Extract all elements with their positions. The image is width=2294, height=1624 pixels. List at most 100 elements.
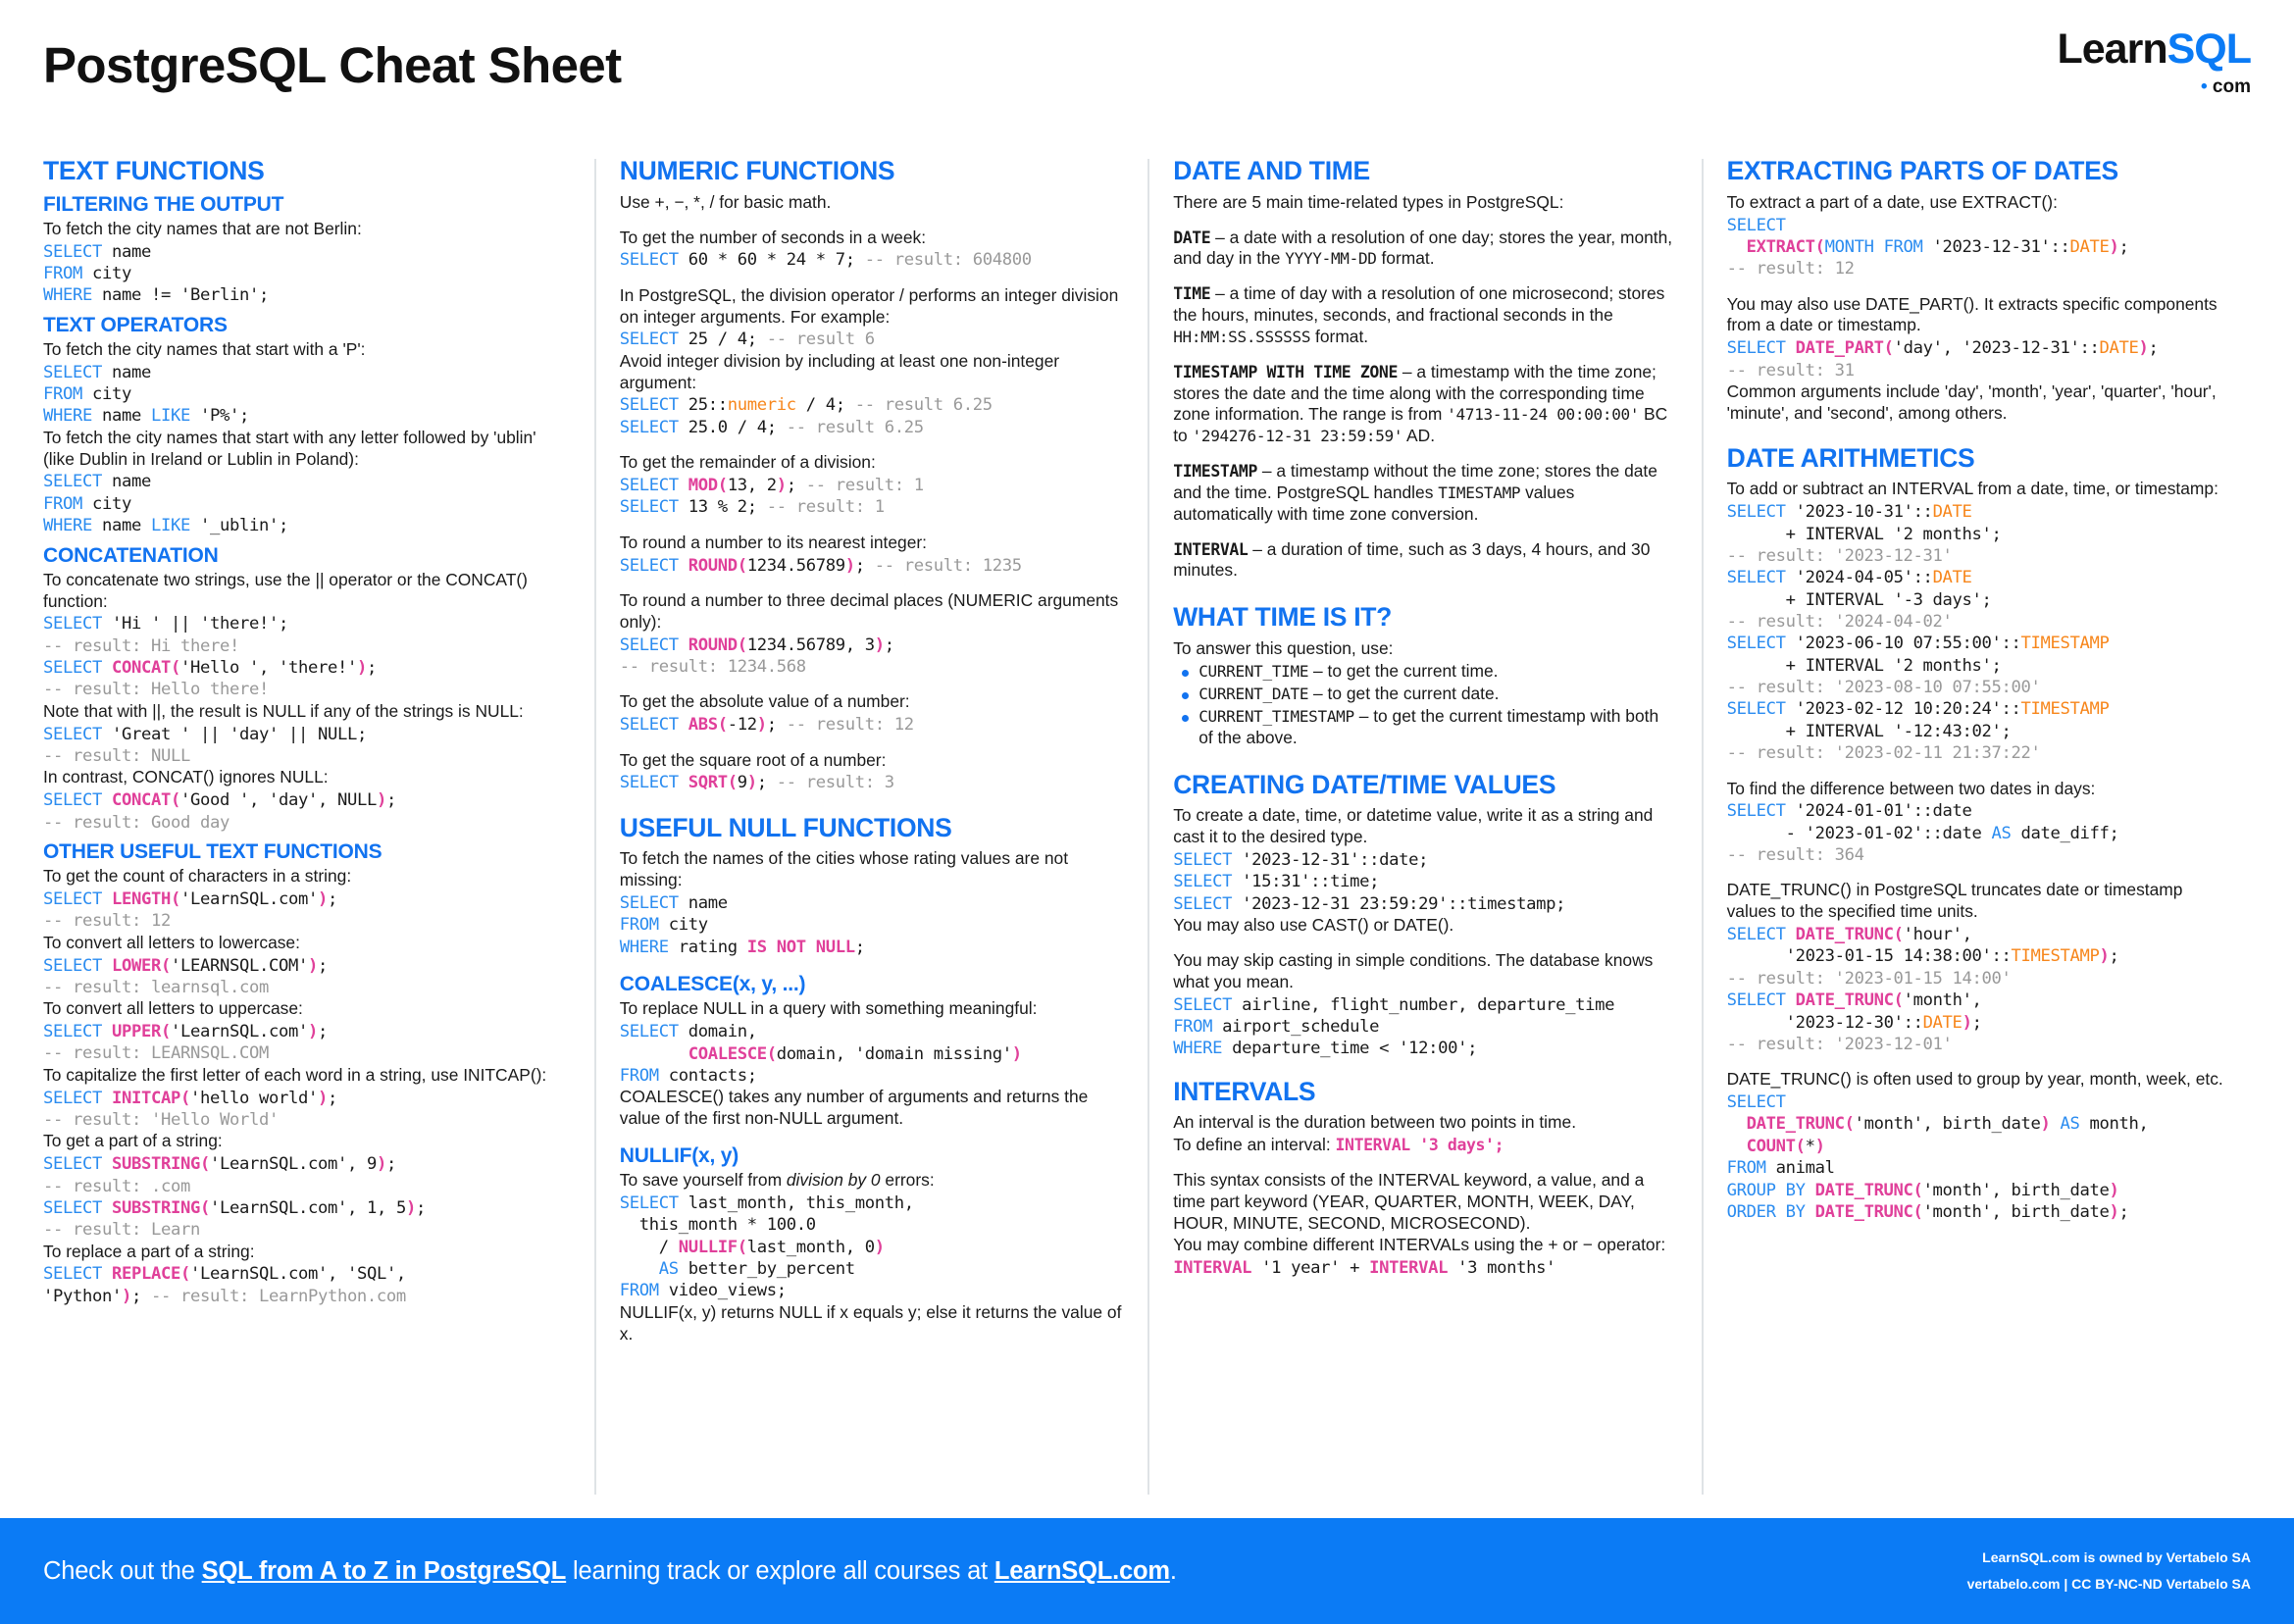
heading-date-arithmetics: DATE ARITHMETICS: [1726, 442, 1975, 473]
current-timestamp-code: CURRENT_TIMESTAMP: [1198, 706, 1354, 726]
text-extract-desc: To extract a part of a date, use EXTRACT…: [1726, 191, 2058, 212]
text-interval-desc: An interval is the duration between two …: [1173, 1112, 1577, 1133]
cheat-sheet-page: PostgreSQL Cheat Sheet LearnSQL • com TE…: [0, 0, 2294, 1624]
text-answer-use: To answer this question, use:: [1173, 638, 1394, 658]
code-int-division: SELECT 25 / 4; -- result 6: [619, 330, 875, 350]
page-title: PostgreSQL Cheat Sheet: [43, 36, 622, 93]
page-footer: Check out the SQL from A to Z in Postgre…: [0, 1518, 2294, 1624]
text-date-trunc-group: DATE_TRUNC() is often used to group by y…: [1726, 1069, 2223, 1090]
heading-concatenation: CONCATENATION: [43, 543, 219, 567]
code-skip-casting: SELECT airline, flight_number, departure…: [1173, 994, 1615, 1059]
text-define-interval: To define an interval: INTERVAL '3 days'…: [1173, 1135, 1675, 1156]
footer-credits: LearnSQL.com is owned by Vertabelo SA ve…: [1967, 1545, 2251, 1597]
code-substring-1: SELECT SUBSTRING('LearnSQL.com', 9); -- …: [43, 1154, 426, 1241]
code-numeric-cast: SELECT 25::numeric / 4; -- result 6.25 S…: [619, 395, 993, 437]
code-create-values: SELECT '2023-12-31'::date; SELECT '15:31…: [1173, 849, 1566, 914]
code-date-diff: SELECT '2024-01-01'::date - '2023-01-02'…: [1726, 801, 2119, 866]
list-current-functions: CURRENT_TIME – to get the current time. …: [1173, 661, 1675, 749]
text-replace-desc: To replace a part of a string:: [43, 1241, 255, 1261]
type-timestamp-label: TIMESTAMP: [1173, 462, 1257, 482]
code-coalesce: SELECT domain, COALESCE(domain, 'domain …: [619, 1022, 1022, 1086]
column-date-and-time: DATE AND TIME There are 5 main time-rela…: [1147, 157, 1701, 1500]
code-nullif: SELECT last_month, this_month, this_mont…: [619, 1193, 914, 1301]
date-format: YYYY-MM-DD: [1285, 249, 1377, 269]
current-time-code: CURRENT_TIME: [1198, 661, 1309, 681]
nullif-pre: To save yourself from: [619, 1170, 787, 1191]
text-abs-desc: To get the absolute value of a number:: [619, 691, 910, 712]
text-lower-desc: To convert all letters to lowercase:: [43, 932, 300, 952]
type-interval-label: INTERVAL: [1173, 539, 1249, 559]
code-initcap: SELECT INITCAP('hello world'); -- result…: [43, 1088, 337, 1130]
code-is-not-null: SELECT name FROM city WHERE rating IS NO…: [619, 893, 865, 957]
heading-other-text-functions: OTHER USEFUL TEXT FUNCTIONS: [43, 839, 382, 863]
code-concat-pipe: SELECT 'Hi ' || 'there!'; -- result: Hi …: [43, 614, 377, 700]
footer-site-link[interactable]: LearnSQL.com: [994, 1557, 1170, 1585]
text-types-intro: There are 5 main time-related types in P…: [1173, 191, 1564, 212]
code-date-trunc-group: SELECT DATE_TRUNC('month', birth_date) A…: [1726, 1092, 2149, 1222]
code-round: SELECT ROUND(1234.56789); -- result: 123…: [619, 555, 1022, 576]
text-coalesce-explain: COALESCE() takes any number of arguments…: [619, 1087, 1089, 1129]
text-creating-desc: To create a date, time, or datetime valu…: [1173, 805, 1654, 847]
time-desc-end: format.: [1310, 326, 1369, 346]
column-text-functions: TEXT FUNCTIONS FILTERING THE OUTPUT To f…: [43, 157, 594, 1500]
type-time-label: TIME: [1173, 284, 1211, 304]
text-basic-math: Use +, −, *, / for basic math.: [619, 191, 832, 212]
code-date-trunc-1: SELECT DATE_TRUNC('hour', '2023-01-15 14…: [1726, 925, 2119, 1054]
text-contrast-concat: In contrast, CONCAT() ignores NULL:: [43, 767, 329, 787]
footer-cta: Check out the SQL from A to Z in Postgre…: [43, 1557, 1177, 1586]
text-type-time: TIME – a time of day with a resolution o…: [1173, 283, 1675, 348]
text-length-desc: To get the count of characters in a stri…: [43, 866, 352, 887]
text-type-timestamptz: TIMESTAMP WITH TIME ZONE – a timestamp w…: [1173, 362, 1675, 447]
heading-text-operators: TEXT OPERATORS: [43, 313, 228, 336]
text-addsub-desc: To add or subtract an INTERVAL from a da…: [1726, 479, 2218, 499]
nullif-post: errors:: [880, 1170, 935, 1191]
heading-text-functions: TEXT FUNCTIONS: [43, 157, 265, 185]
text-interval-combine: You may combine different INTERVALs usin…: [1173, 1235, 1666, 1255]
text-round3-desc: To round a number to three decimal place…: [619, 589, 1119, 632]
tstz-range-from: '4713-11-24 00:00:00': [1447, 405, 1640, 425]
date-desc-end: format.: [1376, 248, 1435, 269]
text-type-interval: INTERVAL – a duration of time, such as 3…: [1173, 539, 1675, 583]
heading-coalesce: COALESCE(x, y, ...): [619, 973, 806, 996]
code-concat-good: SELECT CONCAT('Good ', 'day', NULL); -- …: [43, 790, 396, 833]
logo-learn-text: Learn: [2057, 25, 2167, 73]
code-abs: SELECT ABS(-12); -- result: 12: [619, 715, 914, 736]
define-interval-code: INTERVAL '3 days';: [1335, 1136, 1504, 1155]
list-item: CURRENT_DATE – to get the current date.: [1182, 683, 1675, 705]
footer-course-link[interactable]: SQL from A to Z in PostgreSQL: [202, 1557, 567, 1585]
heading-numeric-functions: NUMERIC FUNCTIONS: [619, 157, 895, 185]
text-nullif-explain: NULLIF(x, y) returns NULL if x equals y;…: [619, 1301, 1122, 1344]
code-arith-1: SELECT '2023-10-31'::DATE + INTERVAL '2 …: [1726, 502, 2110, 764]
text-datepart-desc: You may also use DATE_PART(). It extract…: [1726, 293, 2218, 335]
type-timestamptz-label: TIMESTAMP WITH TIME ZONE: [1173, 362, 1398, 381]
type-date-label: DATE: [1173, 228, 1211, 247]
code-datepart: SELECT DATE_PART('day', '2023-12-31'::DA…: [1726, 338, 2159, 381]
text-date-diff-desc: To find the difference between two dates…: [1726, 778, 2096, 798]
text-startp-desc: To fetch the city names that start with …: [43, 338, 366, 359]
text-notnull-desc: To fetch the names of the cities whose r…: [619, 848, 1069, 890]
code-replace: SELECT REPLACE('LearnSQL.com', 'SQL', 'P…: [43, 1264, 406, 1306]
code-upper: SELECT UPPER('LearnSQL.com'); -- result:…: [43, 1022, 328, 1064]
footer-pre: Check out the: [43, 1556, 202, 1585]
current-time-text: – to get the current time.: [1308, 660, 1499, 681]
code-interval-combine: INTERVAL '1 year' + INTERVAL '3 months': [1173, 1258, 1556, 1279]
learnsql-logo: LearnSQL • com: [2057, 25, 2252, 102]
text-cast-note: You may also use CAST() or DATE().: [1173, 914, 1454, 935]
text-concat-desc: To concatenate two strings, use the || o…: [43, 569, 528, 611]
current-date-text: – to get the current date.: [1308, 683, 1500, 703]
current-date-code: CURRENT_DATE: [1198, 684, 1309, 703]
heading-filtering-the-output: FILTERING THE OUTPUT: [43, 192, 284, 216]
text-round-desc: To round a number to its nearest integer…: [619, 532, 927, 552]
column-numeric-functions: NUMERIC FUNCTIONS Use +, −, *, / for bas…: [593, 157, 1147, 1500]
text-ublin-desc: To fetch the city names that start with …: [43, 427, 536, 469]
code-filter: SELECT name FROM city WHERE name != 'Ber…: [43, 241, 269, 306]
heading-date-and-time: DATE AND TIME: [1173, 157, 1370, 185]
heading-null-functions: USEFUL NULL FUNCTIONS: [619, 812, 952, 842]
footer-mid: learning track or explore all courses at: [566, 1556, 994, 1585]
footer-post: .: [1169, 1556, 1177, 1585]
text-sqrt-desc: To get the square root of a number:: [619, 749, 887, 770]
logo-sql-text: SQL: [2167, 25, 2252, 73]
code-lower: SELECT LOWER('LEARNSQL.COM'); -- result:…: [43, 955, 328, 997]
define-interval-pre: To define an interval:: [1173, 1135, 1336, 1155]
content-columns: TEXT FUNCTIONS FILTERING THE OUTPUT To f…: [0, 157, 2294, 1500]
